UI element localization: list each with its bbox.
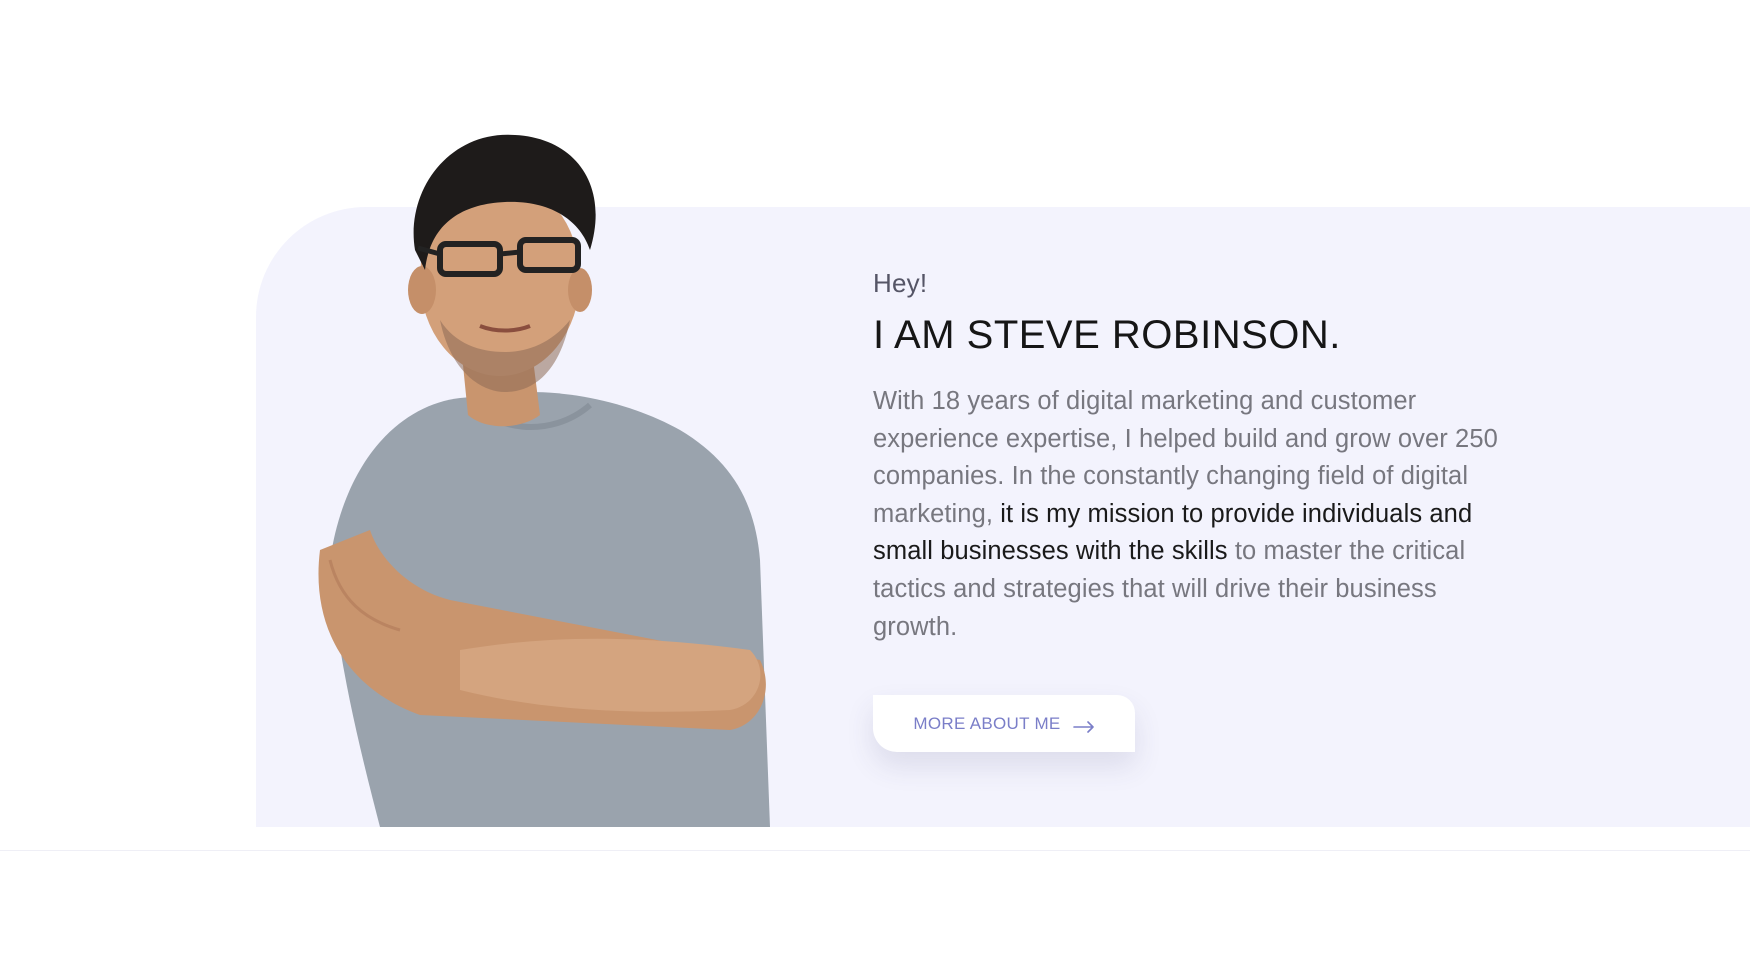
more-about-me-button[interactable]: MORE ABOUT ME [873, 695, 1135, 752]
more-about-me-label: MORE ABOUT ME [913, 713, 1061, 733]
arrow-right-icon [1072, 718, 1095, 733]
greeting-text: Hey! [873, 268, 928, 298]
bio-paragraph: With 18 years of digital marketing and c… [873, 383, 1513, 646]
page-title: I AM STEVE ROBINSON. [873, 313, 1341, 357]
portrait-image [290, 130, 850, 827]
intro-content: Hey! I AM STEVE ROBINSON. With 18 years … [873, 268, 1513, 646]
about-section: Hey! I AM STEVE ROBINSON. With 18 years … [0, 0, 1750, 960]
section-divider [0, 850, 1750, 851]
